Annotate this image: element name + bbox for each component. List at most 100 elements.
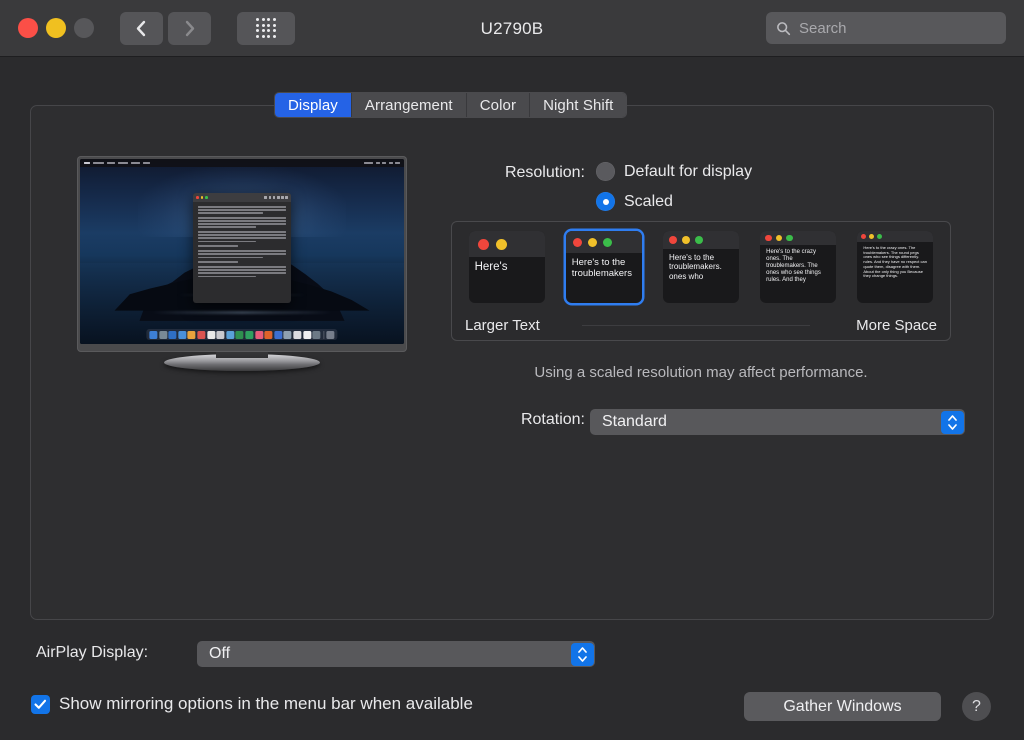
scaled-resolution-thumbnail-3[interactable]: Here's to the troublemakers. ones who [662,231,739,303]
preview-dock [146,329,338,340]
preview-text-line [198,240,257,243]
tab-night-shift[interactable]: Night Shift [530,93,627,117]
preview-paragraph [198,217,286,228]
rotation-popup[interactable]: Standard [590,409,965,435]
dock-icon [158,330,167,339]
larger-text-label: Larger Text [465,316,540,334]
traffic-lights [18,18,94,38]
back-button[interactable] [120,11,163,45]
menubar-item [143,161,150,165]
preview-text-line [198,261,238,263]
scaled-resolution-hint: Using a scaled resolution may affect per… [534,364,868,381]
rotation-value: Standard [602,413,667,430]
scaled-resolution-thumbnail-1[interactable]: Here's [468,231,545,303]
minimize-button[interactable] [46,18,66,38]
thumbnail-traffic-dot [861,234,867,239]
scale-footer: Larger Text More Space [452,310,950,340]
thumbnail-sample-text: Here's [474,261,508,273]
search-field[interactable]: Search [766,12,1006,44]
dock-icon [302,330,311,339]
display-panel: Resolution: Default for display Scaled H… [30,105,994,620]
navigation-buttons [120,11,211,45]
preview-paragraph [198,245,286,247]
forward-button[interactable] [168,11,211,45]
menubar-item [107,161,115,165]
mirroring-checkbox-label: Show mirroring options in the menu bar w… [59,694,473,713]
dock-icon [235,330,244,339]
tab-color[interactable]: Color [466,93,531,117]
menubar-item [118,161,128,165]
dock-icon [178,330,187,339]
zoom-button[interactable] [74,18,94,38]
resolution-option-default[interactable]: Default for display [596,162,752,181]
preview-text-line [198,220,286,222]
preview-text-line [198,217,286,219]
mirroring-checkbox-row[interactable]: Show mirroring options in the menu bar w… [31,694,473,714]
popup-arrows-icon [570,642,594,666]
dock-icon [197,330,206,339]
checkmark-icon [34,699,47,709]
menubar-item [131,161,140,165]
scaled-resolution-thumbnail-2[interactable]: Here's to the troublemakers [565,231,642,303]
gather-windows-button[interactable]: Gather Windows [744,692,941,721]
preview-text-line [198,234,286,236]
thumbnail-titlebar [760,231,837,245]
scaled-resolution-selector: Here's Here's to the troublemakers Here's … [451,221,951,341]
radio-scaled[interactable] [596,192,615,211]
preview-text-line [198,209,286,211]
thumbnail-sample-text: Here's to the crazy ones. The troublemak… [766,249,821,284]
window-titlebar: Search [0,0,1024,57]
preview-text-line [198,275,257,278]
menubar-item [84,161,90,165]
rotation-label: Rotation: [520,411,585,428]
monitor-body [77,156,407,352]
thumbnail-traffic-dot [602,237,612,247]
radio-default[interactable] [596,162,615,181]
mirroring-checkbox[interactable] [31,694,50,714]
scaled-resolution-thumbnail-5[interactable]: Here's to the crazy ones. The troublemak… [857,231,934,303]
radio-default-label: Default for display [624,162,753,180]
show-all-button[interactable] [237,11,295,45]
dock-icon [168,330,177,339]
thumbnail-traffic-dot [477,238,489,250]
thumbnail-traffic-dot [495,238,507,250]
preview-text-window [193,193,291,303]
thumbnail-traffic-dot [786,234,793,242]
dock-icon [274,330,283,339]
preview-menu-bar [80,159,404,167]
preview-window-titlebar [193,193,291,202]
tab-arrangement[interactable]: Arrangement [351,93,467,117]
menubar-status-item [388,161,393,165]
dock-icon [245,330,254,339]
preview-text-line [198,266,286,268]
dock-icon [283,330,292,339]
preview-text-line [198,256,264,258]
airplay-display-label: AirPlay Display: [36,644,149,661]
preview-paragraph [198,206,286,214]
thumbnail-traffic-dot [681,236,690,244]
resolution-option-scaled[interactable]: Scaled [596,192,673,211]
thumbnail-traffic-dot [877,234,883,239]
dock-icon [312,330,321,339]
thumbnail-traffic-dot [775,234,783,242]
preview-paragraph [198,231,286,243]
chevron-right-icon [185,20,195,36]
preview-text-line [198,212,264,214]
scale-rule [582,325,810,326]
help-button[interactable]: ? [962,692,991,721]
close-button[interactable] [18,18,38,38]
thumbnail-sample-text: Here's to the troublemakers. ones who [668,253,722,281]
dock-icon [254,330,263,339]
preview-text-line [198,226,257,228]
tab-display[interactable]: Display [275,93,352,117]
display-preview [77,156,407,371]
preview-text-line [198,272,286,274]
preview-paragraph [198,261,286,263]
scaled-resolution-thumbnail-4[interactable]: Here's to the crazy ones. The troublemak… [760,231,837,303]
thumbnail-sample-text: Here's to the crazy ones. The troublemak… [863,245,927,279]
preview-text-line [198,269,286,271]
airplay-display-value: Off [209,645,231,662]
more-space-label: More Space [856,316,937,334]
airplay-display-popup[interactable]: Off [197,641,595,667]
grid-icon [256,18,276,38]
